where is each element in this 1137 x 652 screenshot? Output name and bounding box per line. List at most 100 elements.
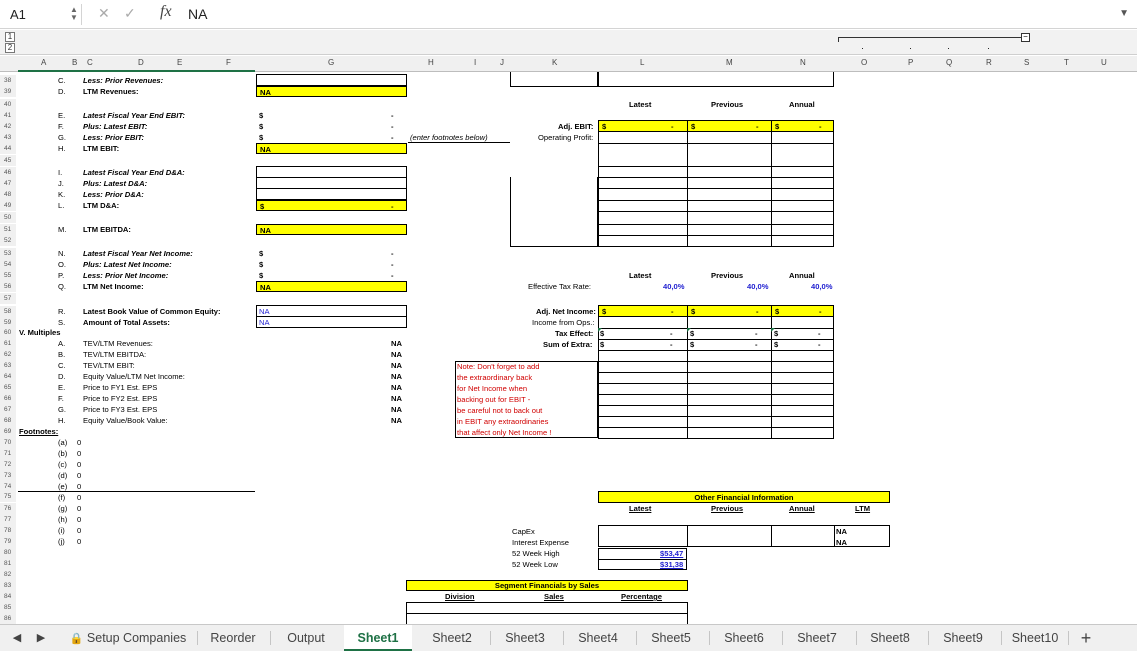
k-block[interactable]	[510, 177, 598, 247]
dash[interactable]: -	[391, 259, 394, 270]
row-header[interactable]: 60	[0, 327, 16, 338]
tab-sheet10[interactable]: Sheet10	[1005, 625, 1065, 651]
multiple-text[interactable]: Price to FY1 Est. EPS	[83, 382, 157, 393]
row-header[interactable]: 44	[0, 143, 16, 154]
cell-ltm-da[interactable]: $ -	[256, 200, 407, 211]
row-header[interactable]: 67	[0, 404, 16, 415]
footnote-label[interactable]: (j)	[58, 536, 65, 547]
footnote-label[interactable]: (a)	[58, 437, 67, 448]
text-book-value[interactable]: Latest Book Value of Common Equity:	[83, 306, 221, 317]
prev-sheet-icon[interactable]: ◀	[10, 625, 24, 651]
text-ltm-ni[interactable]: LTM Net Income:	[83, 281, 144, 292]
label-f[interactable]: F.	[58, 121, 64, 132]
tab-sheet8[interactable]: Sheet8	[859, 625, 921, 651]
seg-title-cell[interactable]: Segment Financials by Sales	[406, 580, 688, 591]
row-header[interactable]: 55	[0, 270, 16, 281]
col-header[interactable]: B	[72, 58, 77, 67]
label-q[interactable]: Q.	[58, 281, 66, 292]
row-header[interactable]: 77	[0, 514, 16, 525]
footnote-label[interactable]: (h)	[58, 514, 67, 525]
label-capex[interactable]: CapEx	[512, 526, 535, 537]
row-header[interactable]: 73	[0, 470, 16, 481]
header-latest-2[interactable]: Latest	[629, 270, 651, 281]
tab-setup-companies[interactable]: 🔒 Setup Companies	[64, 625, 192, 651]
footnote-value[interactable]: 0	[77, 536, 81, 547]
label-e[interactable]: E.	[58, 110, 65, 121]
col-header[interactable]: E	[177, 58, 182, 67]
multiple-text[interactable]: TEV/LTM EBITDA:	[83, 349, 146, 360]
footnote-label[interactable]: (g)	[58, 503, 67, 514]
col-header[interactable]: N	[800, 58, 806, 67]
multiple-label[interactable]: G.	[58, 404, 66, 415]
seg-percentage[interactable]: Percentage	[621, 591, 662, 602]
tab-sheet6[interactable]: Sheet6	[713, 625, 775, 651]
text-plus-latest-da[interactable]: Plus: Latest D&A:	[83, 178, 147, 189]
tab-sheet7[interactable]: Sheet7	[786, 625, 848, 651]
multiple-value[interactable]: NA	[391, 349, 402, 360]
row-header[interactable]: 69	[0, 426, 16, 437]
row-header[interactable]: 50	[0, 212, 16, 223]
da-input-block[interactable]	[256, 166, 407, 200]
dash[interactable]: -	[391, 121, 394, 132]
multiple-label[interactable]: B.	[58, 349, 65, 360]
dollar[interactable]: $	[259, 259, 263, 270]
multiple-value[interactable]: NA	[391, 393, 402, 404]
error-flag-icon[interactable]	[598, 328, 602, 332]
col-header[interactable]: Q	[946, 58, 952, 67]
ofi-latest[interactable]: Latest	[629, 503, 651, 514]
dash[interactable]: -	[391, 270, 394, 281]
dash[interactable]: -	[391, 132, 394, 143]
tax-effect-dash[interactable]: -	[755, 328, 758, 339]
footnote-value[interactable]: 0	[77, 437, 81, 448]
label-p[interactable]: P.	[58, 270, 64, 281]
outline-dot[interactable]: ·	[987, 43, 990, 53]
row-header[interactable]: 47	[0, 178, 16, 189]
col-header[interactable]: P	[908, 58, 913, 67]
row-header[interactable]: 65	[0, 382, 16, 393]
tax-annual[interactable]: 40,0%	[811, 281, 833, 292]
col-header[interactable]: A	[41, 58, 46, 67]
seg-division[interactable]: Division	[445, 591, 475, 602]
row-header[interactable]: 64	[0, 371, 16, 382]
row-header[interactable]: 68	[0, 415, 16, 426]
row-header[interactable]: 53	[0, 248, 16, 259]
multiple-value[interactable]: NA	[391, 338, 402, 349]
col-header[interactable]: H	[428, 58, 434, 67]
sum-extra-dollar[interactable]: $	[600, 339, 604, 350]
tax-previous[interactable]: 40,0%	[747, 281, 769, 292]
multiple-value[interactable]: NA	[391, 371, 402, 382]
row-header[interactable]: 41	[0, 110, 16, 121]
row-header[interactable]: 82	[0, 569, 16, 580]
label-interest[interactable]: Interest Expense	[512, 537, 569, 548]
label-52wk-high[interactable]: 52 Week High	[512, 548, 560, 559]
footnote-value[interactable]: 0	[77, 448, 81, 459]
row-header[interactable]: 85	[0, 602, 16, 613]
multiple-text[interactable]: Equity Value/Book Value:	[83, 415, 168, 426]
interest-ltm[interactable]: NA	[836, 537, 847, 548]
confirm-icon[interactable]: ✓	[124, 5, 136, 22]
low-52-val[interactable]: $31,38	[660, 559, 683, 570]
multiple-value[interactable]: NA	[391, 360, 402, 371]
footnote-value[interactable]: 0	[77, 503, 81, 514]
cell-ltm-ebit[interactable]: NA	[256, 143, 407, 154]
label-adj-ni[interactable]: Adj. Net Income:	[536, 306, 596, 317]
multiple-text[interactable]: TEV/LTM Revenues:	[83, 338, 153, 349]
footnote-value[interactable]: 0	[77, 514, 81, 525]
dash[interactable]: -	[391, 110, 394, 121]
text-less-prior-revenues[interactable]: Less: Prior Revenues:	[83, 75, 163, 86]
text-less-prior-da[interactable]: Less: Prior D&A:	[83, 189, 144, 200]
label-g[interactable]: G.	[58, 132, 66, 143]
footnotes-title[interactable]: Footnotes:	[19, 426, 58, 437]
dollar[interactable]: $	[259, 248, 263, 259]
outline-dot[interactable]: ·	[861, 43, 864, 53]
tab-sheet5[interactable]: Sheet5	[640, 625, 702, 651]
row-header[interactable]: 43	[0, 132, 16, 143]
row-header[interactable]: 70	[0, 437, 16, 448]
tab-sheet3[interactable]: Sheet3	[494, 625, 556, 651]
text-ltm-ebitda[interactable]: LTM EBITDA:	[83, 224, 131, 235]
tax-latest[interactable]: 40,0%	[663, 281, 685, 292]
col-header[interactable]: J	[500, 58, 504, 67]
row-header[interactable]: 54	[0, 259, 16, 270]
row-header[interactable]: 46	[0, 167, 16, 178]
header-annual-2[interactable]: Annual	[789, 270, 815, 281]
